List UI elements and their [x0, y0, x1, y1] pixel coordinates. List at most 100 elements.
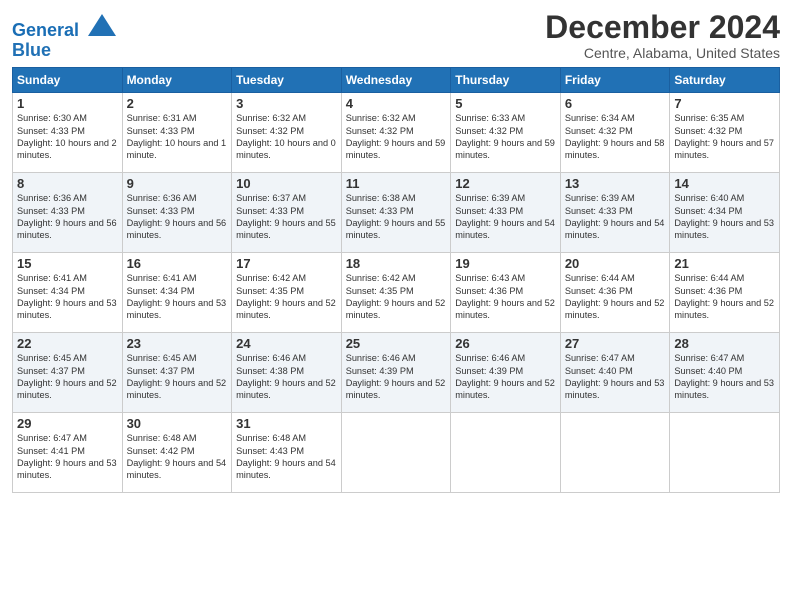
calendar-cell: 29 Sunrise: 6:47 AMSunset: 4:41 PMDaylig…: [13, 413, 123, 493]
calendar-cell: 2 Sunrise: 6:31 AMSunset: 4:33 PMDayligh…: [122, 93, 232, 173]
day-number: 20: [565, 256, 666, 271]
calendar-cell: 21 Sunrise: 6:44 AMSunset: 4:36 PMDaylig…: [670, 253, 780, 333]
day-number: 17: [236, 256, 337, 271]
cell-info: Sunrise: 6:48 AMSunset: 4:43 PMDaylight:…: [236, 433, 336, 480]
cell-info: Sunrise: 6:30 AMSunset: 4:33 PMDaylight:…: [17, 113, 117, 160]
cell-info: Sunrise: 6:47 AMSunset: 4:40 PMDaylight:…: [674, 353, 774, 400]
day-number: 2: [127, 96, 228, 111]
cell-info: Sunrise: 6:35 AMSunset: 4:32 PMDaylight:…: [674, 113, 774, 160]
header: General Blue December 2024 Centre, Alaba…: [12, 10, 780, 61]
day-number: 16: [127, 256, 228, 271]
calendar-cell: 3 Sunrise: 6:32 AMSunset: 4:32 PMDayligh…: [232, 93, 342, 173]
week-row-2: 8 Sunrise: 6:36 AMSunset: 4:33 PMDayligh…: [13, 173, 780, 253]
day-number: 22: [17, 336, 118, 351]
calendar-cell: 12 Sunrise: 6:39 AMSunset: 4:33 PMDaylig…: [451, 173, 561, 253]
cell-info: Sunrise: 6:39 AMSunset: 4:33 PMDaylight:…: [455, 193, 555, 240]
calendar-cell: 22 Sunrise: 6:45 AMSunset: 4:37 PMDaylig…: [13, 333, 123, 413]
title-block: December 2024 Centre, Alabama, United St…: [545, 10, 780, 61]
calendar-cell: 19 Sunrise: 6:43 AMSunset: 4:36 PMDaylig…: [451, 253, 561, 333]
day-number: 7: [674, 96, 775, 111]
logo-blue: Blue: [12, 41, 116, 61]
calendar-cell: 31 Sunrise: 6:48 AMSunset: 4:43 PMDaylig…: [232, 413, 342, 493]
col-header-sunday: Sunday: [13, 68, 123, 93]
calendar-cell: [341, 413, 451, 493]
week-row-5: 29 Sunrise: 6:47 AMSunset: 4:41 PMDaylig…: [13, 413, 780, 493]
page-container: General Blue December 2024 Centre, Alaba…: [0, 0, 792, 501]
week-row-1: 1 Sunrise: 6:30 AMSunset: 4:33 PMDayligh…: [13, 93, 780, 173]
day-number: 29: [17, 416, 118, 431]
cell-info: Sunrise: 6:32 AMSunset: 4:32 PMDaylight:…: [236, 113, 336, 160]
day-number: 10: [236, 176, 337, 191]
col-header-friday: Friday: [560, 68, 670, 93]
logo: General Blue: [12, 14, 116, 61]
cell-info: Sunrise: 6:37 AMSunset: 4:33 PMDaylight:…: [236, 193, 336, 240]
day-number: 24: [236, 336, 337, 351]
calendar-cell: 5 Sunrise: 6:33 AMSunset: 4:32 PMDayligh…: [451, 93, 561, 173]
day-number: 11: [346, 176, 447, 191]
day-number: 5: [455, 96, 556, 111]
calendar-cell: 24 Sunrise: 6:46 AMSunset: 4:38 PMDaylig…: [232, 333, 342, 413]
calendar-table: SundayMondayTuesdayWednesdayThursdayFrid…: [12, 67, 780, 493]
col-header-saturday: Saturday: [670, 68, 780, 93]
day-number: 12: [455, 176, 556, 191]
calendar-cell: 25 Sunrise: 6:46 AMSunset: 4:39 PMDaylig…: [341, 333, 451, 413]
calendar-cell: 11 Sunrise: 6:38 AMSunset: 4:33 PMDaylig…: [341, 173, 451, 253]
cell-info: Sunrise: 6:45 AMSunset: 4:37 PMDaylight:…: [127, 353, 227, 400]
day-number: 21: [674, 256, 775, 271]
day-number: 15: [17, 256, 118, 271]
cell-info: Sunrise: 6:31 AMSunset: 4:33 PMDaylight:…: [127, 113, 227, 160]
calendar-cell: 16 Sunrise: 6:41 AMSunset: 4:34 PMDaylig…: [122, 253, 232, 333]
day-number: 19: [455, 256, 556, 271]
cell-info: Sunrise: 6:38 AMSunset: 4:33 PMDaylight:…: [346, 193, 446, 240]
day-number: 23: [127, 336, 228, 351]
day-number: 6: [565, 96, 666, 111]
cell-info: Sunrise: 6:42 AMSunset: 4:35 PMDaylight:…: [346, 273, 446, 320]
cell-info: Sunrise: 6:42 AMSunset: 4:35 PMDaylight:…: [236, 273, 336, 320]
calendar-cell: 20 Sunrise: 6:44 AMSunset: 4:36 PMDaylig…: [560, 253, 670, 333]
cell-info: Sunrise: 6:40 AMSunset: 4:34 PMDaylight:…: [674, 193, 774, 240]
calendar-cell: [451, 413, 561, 493]
col-header-monday: Monday: [122, 68, 232, 93]
calendar-cell: 10 Sunrise: 6:37 AMSunset: 4:33 PMDaylig…: [232, 173, 342, 253]
calendar-cell: [670, 413, 780, 493]
calendar-cell: 18 Sunrise: 6:42 AMSunset: 4:35 PMDaylig…: [341, 253, 451, 333]
cell-info: Sunrise: 6:36 AMSunset: 4:33 PMDaylight:…: [17, 193, 117, 240]
calendar-cell: 26 Sunrise: 6:46 AMSunset: 4:39 PMDaylig…: [451, 333, 561, 413]
calendar-header-row: SundayMondayTuesdayWednesdayThursdayFrid…: [13, 68, 780, 93]
day-number: 13: [565, 176, 666, 191]
day-number: 8: [17, 176, 118, 191]
day-number: 27: [565, 336, 666, 351]
cell-info: Sunrise: 6:41 AMSunset: 4:34 PMDaylight:…: [17, 273, 117, 320]
cell-info: Sunrise: 6:39 AMSunset: 4:33 PMDaylight:…: [565, 193, 665, 240]
calendar-cell: 28 Sunrise: 6:47 AMSunset: 4:40 PMDaylig…: [670, 333, 780, 413]
col-header-thursday: Thursday: [451, 68, 561, 93]
cell-info: Sunrise: 6:48 AMSunset: 4:42 PMDaylight:…: [127, 433, 227, 480]
calendar-cell: 17 Sunrise: 6:42 AMSunset: 4:35 PMDaylig…: [232, 253, 342, 333]
col-header-wednesday: Wednesday: [341, 68, 451, 93]
calendar-cell: 27 Sunrise: 6:47 AMSunset: 4:40 PMDaylig…: [560, 333, 670, 413]
day-number: 28: [674, 336, 775, 351]
calendar-cell: 14 Sunrise: 6:40 AMSunset: 4:34 PMDaylig…: [670, 173, 780, 253]
cell-info: Sunrise: 6:46 AMSunset: 4:38 PMDaylight:…: [236, 353, 336, 400]
logo-icon: [88, 14, 116, 36]
cell-info: Sunrise: 6:41 AMSunset: 4:34 PMDaylight:…: [127, 273, 227, 320]
logo-text-block: General Blue: [12, 14, 116, 61]
cell-info: Sunrise: 6:32 AMSunset: 4:32 PMDaylight:…: [346, 113, 446, 160]
cell-info: Sunrise: 6:45 AMSunset: 4:37 PMDaylight:…: [17, 353, 117, 400]
calendar-cell: 1 Sunrise: 6:30 AMSunset: 4:33 PMDayligh…: [13, 93, 123, 173]
cell-info: Sunrise: 6:34 AMSunset: 4:32 PMDaylight:…: [565, 113, 665, 160]
calendar-cell: 23 Sunrise: 6:45 AMSunset: 4:37 PMDaylig…: [122, 333, 232, 413]
cell-info: Sunrise: 6:46 AMSunset: 4:39 PMDaylight:…: [455, 353, 555, 400]
calendar-cell: [560, 413, 670, 493]
location: Centre, Alabama, United States: [545, 45, 780, 61]
day-number: 4: [346, 96, 447, 111]
week-row-3: 15 Sunrise: 6:41 AMSunset: 4:34 PMDaylig…: [13, 253, 780, 333]
cell-info: Sunrise: 6:47 AMSunset: 4:41 PMDaylight:…: [17, 433, 117, 480]
day-number: 18: [346, 256, 447, 271]
cell-info: Sunrise: 6:43 AMSunset: 4:36 PMDaylight:…: [455, 273, 555, 320]
calendar-cell: 15 Sunrise: 6:41 AMSunset: 4:34 PMDaylig…: [13, 253, 123, 333]
day-number: 9: [127, 176, 228, 191]
week-row-4: 22 Sunrise: 6:45 AMSunset: 4:37 PMDaylig…: [13, 333, 780, 413]
col-header-tuesday: Tuesday: [232, 68, 342, 93]
calendar-cell: 13 Sunrise: 6:39 AMSunset: 4:33 PMDaylig…: [560, 173, 670, 253]
